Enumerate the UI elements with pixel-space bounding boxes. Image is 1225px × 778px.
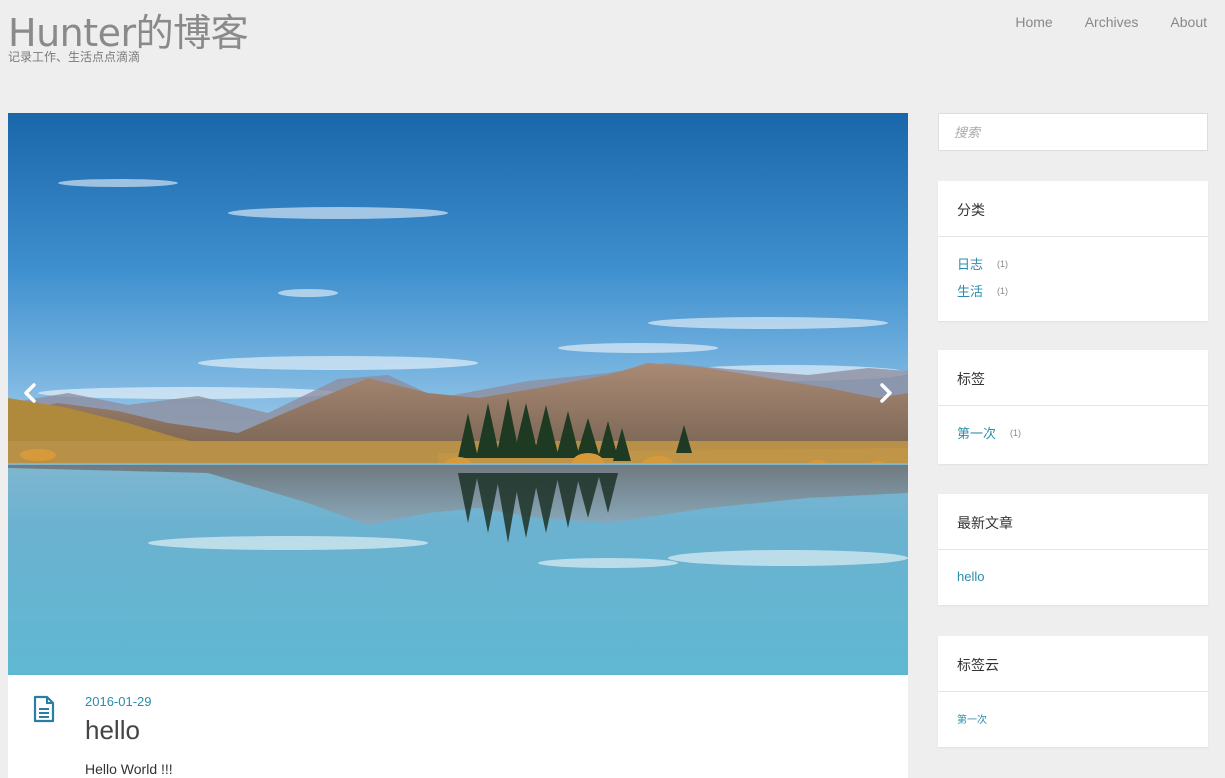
recent-post-link[interactable]: hello	[957, 569, 984, 584]
nav-about[interactable]: About	[1170, 14, 1207, 30]
nav-home[interactable]: Home	[1015, 14, 1052, 30]
chevron-left-icon	[24, 383, 36, 403]
list-item: 第一次	[957, 705, 1189, 732]
post-excerpt: Hello World !!!	[85, 761, 173, 777]
list-item: 日志 (1)	[957, 250, 1189, 277]
nav-archives[interactable]: Archives	[1085, 14, 1139, 30]
tag-count: (1)	[1010, 427, 1022, 438]
site-subtitle: 记录工作、生活点点滴滴	[8, 50, 141, 64]
category-link-life[interactable]: 生活	[957, 281, 983, 300]
category-link-log[interactable]: 日志	[957, 254, 983, 273]
tagcloud-link-first[interactable]: 第一次	[957, 711, 987, 726]
widget-recent-posts: 最新文章 hello	[938, 494, 1208, 605]
slider-prev-button[interactable]	[18, 381, 42, 405]
search-input[interactable]	[938, 113, 1208, 151]
list-item: hello	[957, 563, 1189, 590]
widget-title-tagcloud: 标签云	[938, 636, 1208, 692]
banner-slider	[8, 113, 908, 675]
category-count: (1)	[997, 258, 1009, 269]
post-date[interactable]: 2016-01-29	[85, 694, 152, 709]
widget-title-tags: 标签	[938, 350, 1208, 406]
widget-tags: 标签 第一次 (1)	[938, 350, 1208, 464]
widget-categories: 分类 日志 (1) 生活 (1)	[938, 181, 1208, 321]
category-count: (1)	[997, 285, 1009, 296]
document-icon	[33, 695, 55, 723]
tag-link-first[interactable]: 第一次	[957, 423, 996, 442]
slider-next-button[interactable]	[874, 381, 898, 405]
landscape-image	[8, 113, 908, 675]
list-item: 生活 (1)	[957, 277, 1189, 304]
post-card: 2016-01-29 hello Hello World !!!	[8, 675, 908, 778]
widget-tagcloud: 标签云 第一次	[938, 636, 1208, 747]
main-nav: Home Archives About	[983, 14, 1207, 30]
widget-title-categories: 分类	[938, 181, 1208, 237]
chevron-right-icon	[880, 383, 892, 403]
widget-title-recent: 最新文章	[938, 494, 1208, 550]
post-title[interactable]: hello	[85, 715, 140, 746]
list-item: 第一次 (1)	[957, 419, 1189, 446]
main-column: 2016-01-29 hello Hello World !!!	[8, 113, 908, 778]
